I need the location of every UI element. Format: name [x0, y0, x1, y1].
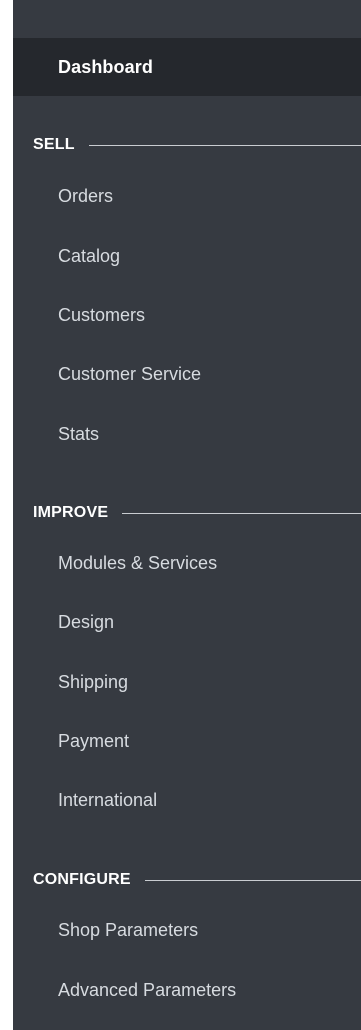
sidebar-item-modules-services[interactable]: Modules & Services — [13, 543, 361, 583]
sidebar-item-customer-service[interactable]: Customer Service — [13, 354, 361, 394]
sidebar-item-international[interactable]: International — [13, 780, 361, 820]
sidebar-item-label: Customer Service — [58, 363, 202, 384]
sidebar-item-label: Payment — [58, 730, 130, 751]
section-header-sell: SELL — [13, 130, 361, 160]
section-title: SELL — [33, 136, 75, 153]
section-header-improve: IMPROVE — [13, 498, 361, 528]
sidebar-item-label: Design — [58, 611, 115, 632]
section-divider — [144, 879, 361, 881]
sidebar-item-label: Advanced Parameters — [58, 979, 237, 1000]
sidebar-item-label: Shop Parameters — [58, 919, 199, 940]
sidebar-item-label: Modules & Services — [58, 552, 218, 573]
sidebar-item-label: International — [58, 789, 158, 810]
sidebar-item-label: Catalog — [58, 245, 121, 266]
section-title: CONFIGURE — [33, 871, 131, 888]
section-title: IMPROVE — [33, 504, 109, 521]
sidebar-item-advanced-parameters[interactable]: Advanced Parameters — [13, 970, 361, 1010]
sidebar-item-label: Orders — [58, 185, 114, 206]
sidebar-item-shop-parameters[interactable]: Shop Parameters — [13, 910, 361, 950]
sidebar-item-stats[interactable]: Stats — [13, 414, 361, 454]
sidebar-item-orders[interactable]: Orders — [13, 176, 361, 216]
sidebar-item-label: Dashboard — [58, 56, 153, 77]
sidebar-item-catalog[interactable]: Catalog — [13, 236, 361, 276]
section-divider — [88, 144, 361, 146]
section-header-configure: CONFIGURE — [13, 865, 361, 895]
sidebar-item-label: Stats — [58, 423, 100, 444]
sidebar-item-label: Shipping — [58, 671, 129, 692]
sidebar-item-shipping[interactable]: Shipping — [13, 662, 361, 702]
sidebar-item-payment[interactable]: Payment — [13, 721, 361, 761]
side-navigation: Dashboard SELL Orders Catalog Customers … — [13, 0, 361, 1030]
section-divider — [122, 512, 361, 514]
sidebar-top-strip — [13, 0, 361, 38]
sidebar-item-customers[interactable]: Customers — [13, 295, 361, 335]
sidebar-item-label: Customers — [58, 304, 146, 325]
sidebar-item-dashboard[interactable]: Dashboard — [13, 38, 361, 96]
sidebar-item-design[interactable]: Design — [13, 602, 361, 642]
